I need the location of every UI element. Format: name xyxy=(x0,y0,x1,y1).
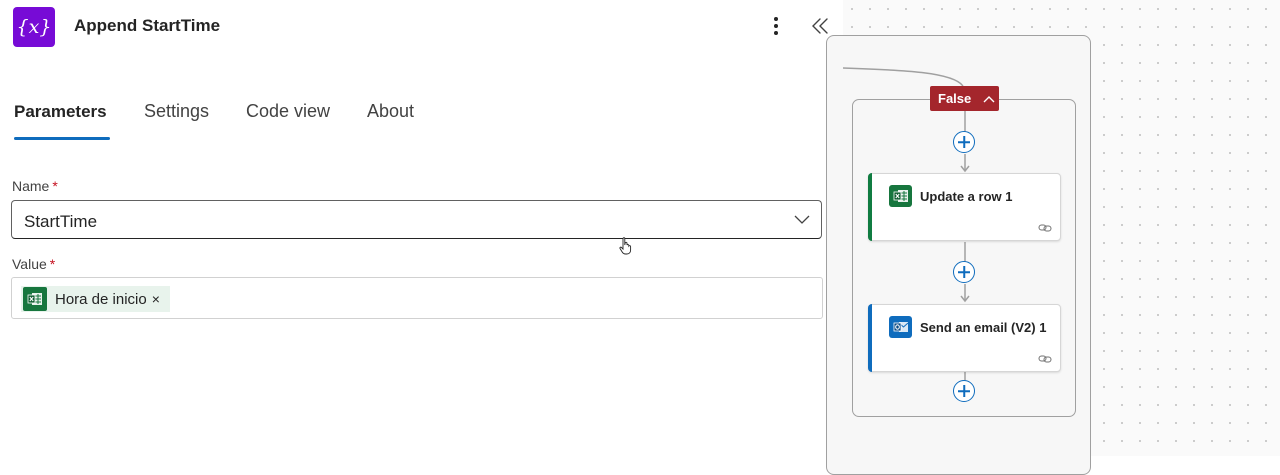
excel-icon xyxy=(889,185,912,207)
panel-header: {x} Append StartTime xyxy=(0,0,843,54)
excel-icon xyxy=(23,287,47,311)
more-vertical-icon xyxy=(774,17,778,21)
tab-code-view[interactable]: Code view xyxy=(246,101,330,122)
value-input[interactable]: Hora de inicio × xyxy=(11,277,823,319)
required-mark: * xyxy=(49,256,56,272)
tab-settings[interactable]: Settings xyxy=(144,101,209,122)
panel-tabs: Parameters Settings Code view About xyxy=(0,96,843,144)
insert-step-button[interactable] xyxy=(953,261,975,283)
tab-about[interactable]: About xyxy=(367,101,414,122)
variable-icon: {x} xyxy=(13,7,55,47)
action-card-send-email[interactable]: Send an email (V2) 1 xyxy=(868,304,1061,372)
dynamic-content-token[interactable]: Hora de inicio × xyxy=(21,286,170,312)
more-options-button[interactable] xyxy=(768,14,784,38)
active-tab-indicator xyxy=(14,137,110,140)
required-mark: * xyxy=(52,178,58,194)
remove-token-button[interactable]: × xyxy=(152,291,160,307)
tab-parameters[interactable]: Parameters xyxy=(14,102,107,122)
value-field-label: Value * xyxy=(12,256,56,272)
panel-title: Append StartTime xyxy=(74,16,221,35)
action-details-panel: {x} Append StartTime Parameters Settings… xyxy=(0,0,843,456)
insert-step-button[interactable] xyxy=(953,380,975,402)
outlook-icon xyxy=(889,316,912,338)
link-icon xyxy=(1038,355,1052,363)
hand-pointer-icon xyxy=(619,237,632,255)
chevron-up-icon xyxy=(983,95,995,102)
card-title: Update a row 1 xyxy=(920,189,1013,204)
token-label: Hora de inicio xyxy=(55,290,147,308)
false-branch-toggle[interactable]: False xyxy=(930,86,999,111)
insert-step-button[interactable] xyxy=(953,131,975,153)
chevron-down-icon xyxy=(794,215,810,224)
action-card-update-row[interactable]: Update a row 1 xyxy=(868,173,1061,241)
branch-label: False xyxy=(938,91,972,106)
name-dropdown-value: StartTime xyxy=(24,212,98,231)
card-title: Send an email (V2) 1 xyxy=(920,320,1047,335)
name-dropdown[interactable]: StartTime xyxy=(11,200,822,239)
name-field-label: Name * xyxy=(12,178,58,194)
link-icon xyxy=(1038,224,1052,232)
double-chevron-left-icon xyxy=(812,18,828,34)
